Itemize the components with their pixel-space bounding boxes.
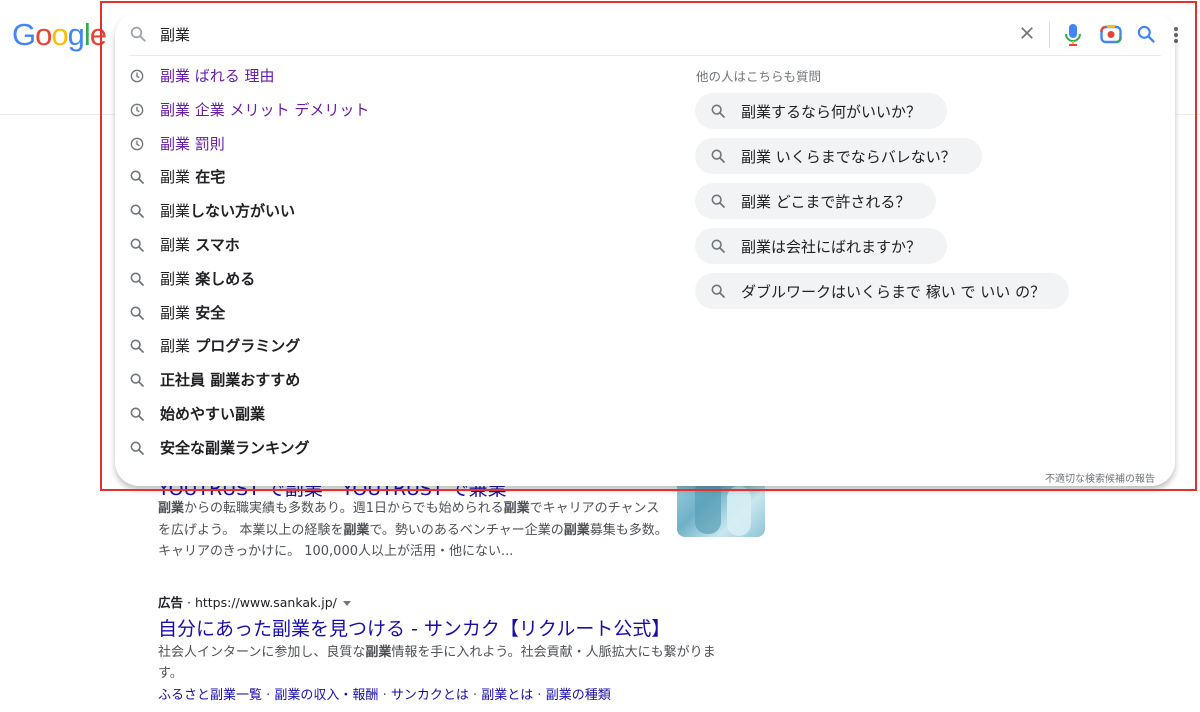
ad-title-link[interactable]: 自分にあった副業を見つける - サンカク【リクルート公式】 xyxy=(158,614,670,641)
ad-url[interactable]: https://www.sankak.jp/ xyxy=(195,595,337,610)
sitelink-separator: · xyxy=(378,688,391,703)
snippet-keyword: 副業 xyxy=(158,501,185,516)
logo-letter: o xyxy=(51,17,68,52)
sitelink[interactable]: 副業の収入・報酬 xyxy=(274,688,378,703)
snippet-text: からの転職実績も多数あり。週1日からでも始められる xyxy=(184,501,504,516)
snippet-text: で。勢いのあるベンチャー企業の xyxy=(369,522,564,538)
sitelink-separator: · xyxy=(533,688,546,703)
snippet-keyword: 副業 xyxy=(563,522,590,538)
sitelink[interactable]: 副業とは xyxy=(481,688,533,703)
result-snippet: 副業からの転職実績も多数あり。週1日からでも始められる副業でキャリアのチャンスを… xyxy=(158,498,670,563)
sitelink-separator: · xyxy=(468,688,482,703)
snippet-text: 社会人インターンに参加し、良質な xyxy=(158,645,366,660)
snippet-keyword: 副業 xyxy=(343,522,370,538)
caret-down-icon[interactable] xyxy=(342,601,351,606)
logo-letter: o xyxy=(35,17,52,52)
sitelink[interactable]: 副業の種類 xyxy=(546,688,611,703)
snippet-keyword: 副業 xyxy=(365,645,392,660)
ad-sitelinks: ふるさと副業一覧 · 副業の収入・報酬 · サンカクとは · 副業とは · 副業… xyxy=(158,684,611,703)
google-logo[interactable]: Google xyxy=(12,17,107,53)
highlight-frame xyxy=(100,1,1197,491)
ad-source-line: 広告 · https://www.sankak.jp/ xyxy=(158,592,351,611)
snippet-keyword: 副業 xyxy=(503,501,530,516)
ad-snippet: 社会人インターンに参加し、良質な副業情報を手に入れよう。社会貢献・人脈拡大にも繋… xyxy=(158,642,718,684)
logo-letter: g xyxy=(67,17,85,52)
ad-label: 広告 xyxy=(158,595,184,610)
logo-letter: G xyxy=(12,17,36,52)
sitelink[interactable]: サンカクとは xyxy=(391,688,469,703)
sitelink-separator: · xyxy=(262,688,275,703)
sitelink[interactable]: ふるさと副業一覧 xyxy=(158,688,262,703)
